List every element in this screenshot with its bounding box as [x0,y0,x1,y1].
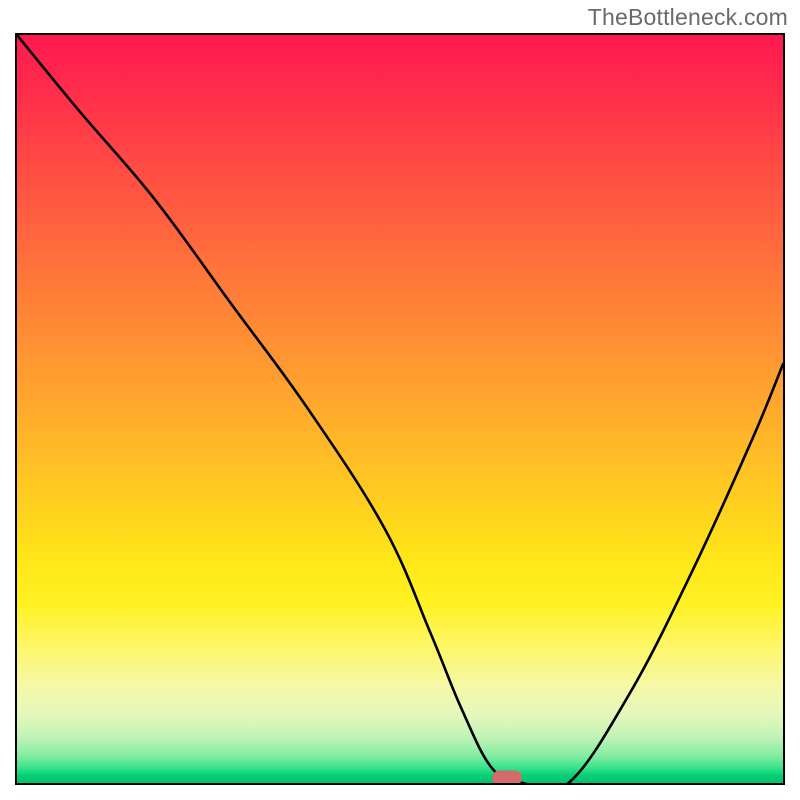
bottleneck-curve-path [17,35,783,783]
curve-svg [17,35,783,783]
chart-container: TheBottleneck.com [0,0,800,800]
optimal-marker [492,771,522,786]
watermark-text: TheBottleneck.com [588,4,788,31]
plot-area [15,33,785,785]
